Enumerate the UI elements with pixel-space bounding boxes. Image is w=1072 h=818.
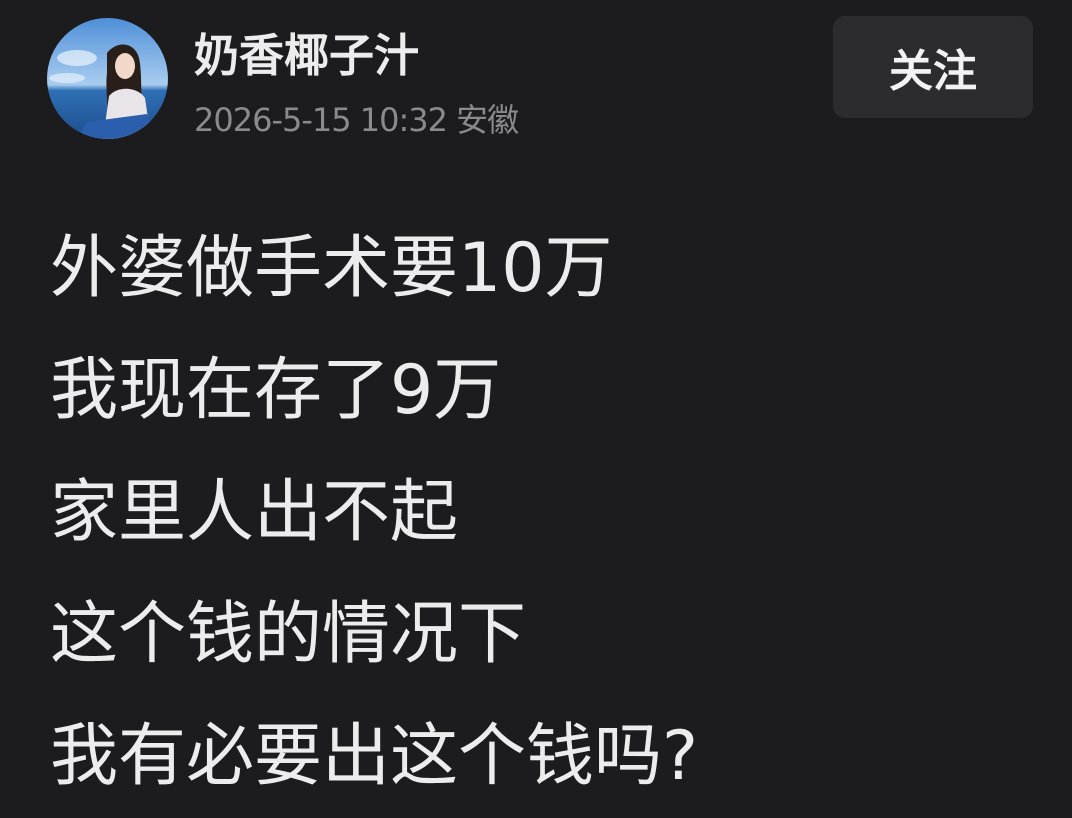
post-text-line: 外婆做手术要10万 xyxy=(50,229,613,308)
post-text-line: 家里人出不起 xyxy=(50,473,459,552)
post-text-line: 我有必要出这个钱吗? xyxy=(50,717,699,796)
post-body: 外婆做手术要10万 我现在存了9万 家里人出不起 这个钱的情况下 我有必要出这个… xyxy=(50,208,1050,818)
post-meta: 2026-5-15 10:32 安徽 xyxy=(194,98,519,142)
post-timestamp: 2026-5-15 10:32 xyxy=(194,101,448,139)
follow-button[interactable]: 关注 xyxy=(833,16,1033,118)
post-text-line: 我现在存了9万 xyxy=(50,351,502,430)
avatar-image xyxy=(47,18,168,139)
post-text-line: 这个钱的情况下 xyxy=(50,595,527,674)
post-location: 安徽 xyxy=(456,101,519,139)
author-name[interactable]: 奶香椰子汁 xyxy=(194,26,419,86)
avatar[interactable] xyxy=(47,18,168,139)
